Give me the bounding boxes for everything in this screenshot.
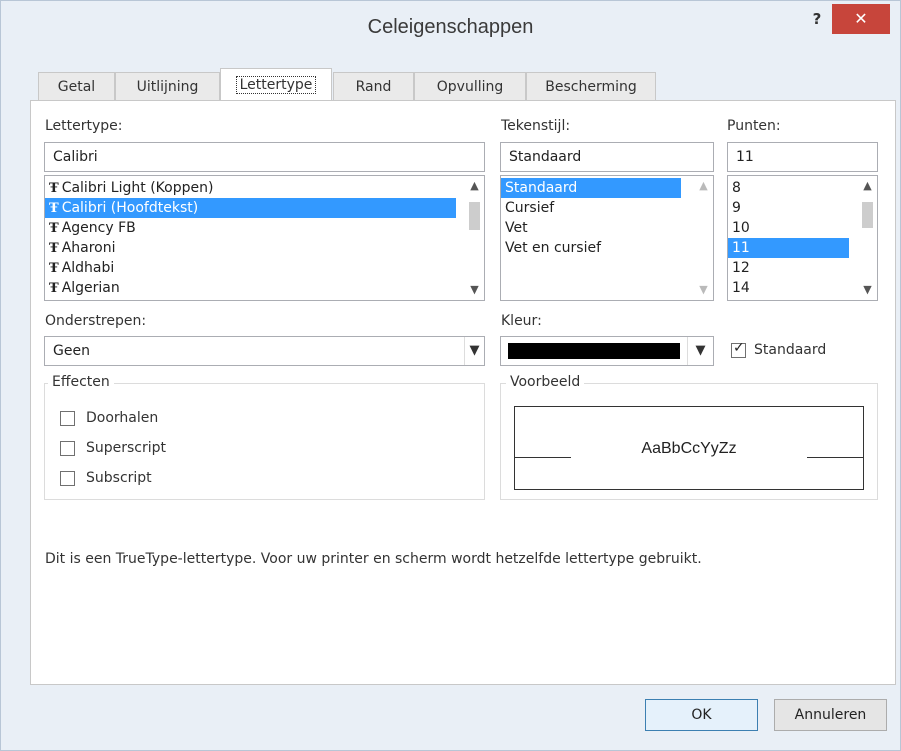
doorhalen-checkbox[interactable] — [60, 411, 75, 426]
underline-select[interactable]: Geen ▼ — [44, 336, 485, 366]
list-item[interactable]: Ŧ Aharoni — [45, 238, 484, 258]
font-list-scrollbar[interactable]: ▲ ▼ — [465, 176, 484, 300]
help-button[interactable]: ? — [807, 10, 827, 30]
ok-button[interactable]: OK — [645, 699, 758, 731]
list-item[interactable]: Ŧ Aldhabi — [45, 258, 484, 278]
size-list-scrollbar[interactable]: ▲ ▼ — [858, 176, 877, 300]
list-item[interactable]: Cursief — [501, 198, 713, 218]
font-label: Lettertype: — [45, 118, 123, 134]
cancel-button[interactable]: Annuleren — [774, 699, 887, 731]
list-item[interactable]: Ŧ Calibri (Hoofdtekst) — [45, 198, 456, 218]
list-item[interactable]: 14 — [728, 278, 877, 298]
doorhalen-label: Doorhalen — [86, 410, 159, 426]
standaard-label: Standaard — [754, 342, 827, 358]
style-input[interactable]: Standaard — [500, 142, 714, 172]
superscript-checkbox[interactable] — [60, 441, 75, 456]
size-input[interactable]: 11 — [727, 142, 878, 172]
list-item[interactable]: 9 — [728, 198, 877, 218]
tab-opvulling[interactable]: Opvulling — [414, 72, 526, 100]
color-picker[interactable]: ▼ — [500, 336, 714, 366]
style-list-scrollbar: ▲ ▼ — [694, 176, 713, 300]
truetype-font-icon: Ŧ — [49, 281, 59, 296]
standaard-checkbox[interactable]: ✓ — [731, 340, 746, 358]
underline-label: Onderstrepen: — [45, 313, 147, 329]
truetype-font-icon: Ŧ — [49, 241, 59, 256]
underline-value: Geen — [53, 343, 90, 359]
truetype-font-icon: Ŧ — [49, 221, 59, 236]
superscript-label: Superscript — [86, 440, 167, 456]
list-item[interactable]: Ŧ Calibri Light (Koppen) — [45, 178, 484, 198]
tab-getal[interactable]: Getal — [38, 72, 115, 100]
list-item[interactable]: Standaard — [501, 178, 681, 198]
chevron-up-icon[interactable]: ▲ — [465, 178, 484, 194]
preview-box: AaBbCcYyZz — [514, 406, 864, 490]
close-icon: ✕ — [854, 9, 868, 28]
list-item[interactable]: Vet — [501, 218, 713, 238]
info-text: Dit is een TrueType-lettertype. Voor uw … — [45, 551, 702, 567]
style-list[interactable]: Standaard Cursief Vet Vet en cursief ▲ ▼ — [500, 175, 714, 301]
list-item[interactable]: Ŧ Agency FB — [45, 218, 484, 238]
font-properties-dialog: Celeigenschappen ? ✕ Getal Uitlijning Le… — [0, 0, 901, 751]
chevron-down-icon: ▼ — [699, 283, 708, 296]
color-swatch — [508, 343, 680, 359]
font-list[interactable]: Ŧ Calibri Light (Koppen) Ŧ Calibri (Hoofdt… — [44, 175, 485, 301]
truetype-font-icon: Ŧ — [49, 181, 59, 196]
chevron-down-icon[interactable]: ▼ — [465, 282, 484, 298]
scrollbar-thumb[interactable] — [469, 202, 480, 230]
tab-uitlijning[interactable]: Uitlijning — [115, 72, 220, 100]
size-list[interactable]: 8 9 10 11 12 14 ▲ ▼ — [727, 175, 878, 301]
dialog-title: Celeigenschappen — [367, 16, 534, 38]
effects-legend: Effecten — [48, 374, 114, 390]
size-label: Punten: — [727, 118, 781, 134]
chevron-down-icon[interactable]: ▼ — [464, 337, 484, 365]
style-label: Tekenstijl: — [501, 118, 571, 134]
list-item[interactable]: 8 — [728, 178, 877, 198]
preview-legend: Voorbeeld — [506, 374, 585, 390]
color-label: Kleur: — [501, 313, 542, 329]
chevron-down-icon[interactable]: ▼ — [687, 337, 713, 365]
chevron-up-icon[interactable]: ▲ — [858, 178, 877, 194]
list-item[interactable]: 12 — [728, 258, 877, 278]
scrollbar-thumb[interactable] — [862, 202, 873, 228]
checkmark-icon: ✓ — [733, 340, 745, 356]
preview-sample: AaBbCcYyZz — [641, 440, 737, 457]
subscript-label: Subscript — [86, 470, 152, 486]
truetype-font-icon: Ŧ — [49, 261, 59, 276]
tab-bescherming[interactable]: Bescherming — [526, 72, 656, 100]
subscript-checkbox[interactable] — [60, 471, 75, 486]
list-item[interactable]: Ŧ Algerian — [45, 278, 484, 298]
close-button[interactable]: ✕ — [832, 4, 890, 34]
tab-rand[interactable]: Rand — [333, 72, 414, 100]
truetype-font-icon: Ŧ — [49, 201, 59, 216]
list-item[interactable]: 10 — [728, 218, 877, 238]
list-item[interactable]: Vet en cursief — [501, 238, 713, 258]
tab-lettertype[interactable]: Lettertype — [220, 68, 332, 101]
list-item[interactable]: 11 — [728, 238, 849, 258]
chevron-up-icon: ▲ — [699, 179, 708, 192]
font-input[interactable]: Calibri — [44, 142, 485, 172]
chevron-down-icon[interactable]: ▼ — [858, 282, 877, 298]
